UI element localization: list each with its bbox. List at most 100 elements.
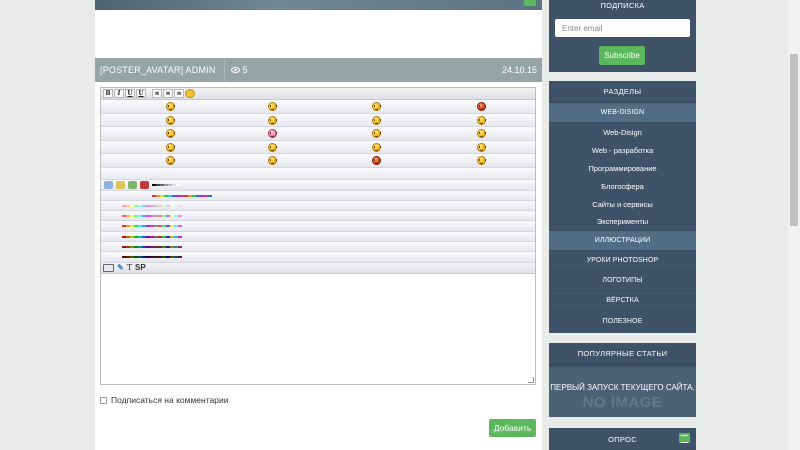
smiley-icon[interactable]	[477, 129, 486, 138]
align-center-button[interactable]: ≡	[163, 89, 173, 98]
color-palette-row	[101, 200, 535, 212]
smiley-icon[interactable]	[477, 115, 486, 125]
love-smiley-icon[interactable]	[268, 129, 277, 138]
subcategory-item[interactable]: Программирование	[549, 159, 696, 177]
main-content: [POSTER_AVATAR] ADMIN 5 24.10.15 B I U U…	[95, 0, 542, 450]
angry-smiley-icon[interactable]	[372, 156, 381, 165]
font-color-icon[interactable]	[140, 180, 149, 189]
color-palette[interactable]	[122, 204, 182, 207]
page-scrollbar[interactable]	[788, 0, 800, 450]
subscribe-checkbox[interactable]	[100, 396, 107, 404]
smiley-icon[interactable]	[477, 142, 486, 152]
smiley-toggle-icon[interactable]	[185, 89, 195, 98]
smiley-icon[interactable]	[166, 156, 175, 165]
post-author[interactable]: [POSTER_AVATAR] ADMIN	[95, 65, 216, 75]
resize-handle-icon[interactable]	[528, 377, 534, 383]
poll-list-icon[interactable]	[679, 433, 690, 443]
category-item[interactable]: ИЛЛЮСТРАЦИИ	[549, 231, 696, 251]
smiley-icon[interactable]	[268, 156, 277, 165]
color-palette-row	[101, 252, 535, 263]
color-palette[interactable]	[122, 256, 182, 259]
text-tool-button[interactable]: T	[127, 263, 132, 272]
image-icon[interactable]	[128, 180, 137, 189]
align-right-button[interactable]: ≡	[174, 89, 184, 98]
color-palette[interactable]	[122, 235, 182, 238]
poll-widget: ОПРОС	[549, 428, 696, 450]
smiley-icon[interactable]	[372, 142, 381, 152]
post-date: 24.10.15	[501, 65, 537, 75]
no-image-placeholder: NO IMAGE	[582, 394, 663, 411]
popular-articles-widget: ПОПУЛЯРНЫЕ СТАТЬИ ПЕРВЫЙ ЗАПУСК ТЕКУЩЕГО…	[549, 343, 696, 417]
subcategory-item[interactable]: Web-Disign	[549, 123, 696, 141]
color-palette[interactable]	[122, 225, 182, 228]
smiley-row	[101, 154, 535, 168]
category-item[interactable]: ВЁРСТКА	[549, 291, 696, 311]
views-count: 5	[242, 65, 248, 75]
subscribe-comments[interactable]: Подписаться на комментарии	[100, 395, 228, 405]
devil-smiley-icon[interactable]	[477, 102, 486, 111]
extra-toolbar: ✎ T SP	[101, 262, 535, 274]
comment-editor: B I U U ≡ ≡ ≡ ✎ T SP	[100, 87, 536, 385]
smiley-icon[interactable]	[166, 129, 175, 138]
smiley-icon[interactable]	[477, 156, 486, 165]
keyboard-icon[interactable]	[103, 263, 114, 272]
subscription-widget: ПОДПИСКА Enter email Subscribe	[549, 0, 696, 72]
subscribe-button[interactable]: Subscribe	[599, 46, 645, 65]
subcategory-item[interactable]: Блогосфера	[549, 177, 696, 195]
popular-article-card[interactable]: ПЕРВЫЙ ЗАПУСК ТЕКУЩЕГО САЙТА. NO IMAGE	[549, 367, 696, 417]
categories-widget: РАЗДЕЛЫ WEB-DISIGN Web-Disign Web - разр…	[549, 81, 696, 333]
comment-textarea[interactable]	[101, 275, 535, 384]
smiley-icon[interactable]	[268, 102, 277, 111]
underline-button[interactable]: U	[125, 89, 135, 98]
strike-button[interactable]: U	[136, 89, 146, 98]
post-image-banner	[95, 0, 542, 10]
spoiler-button[interactable]: SP	[135, 263, 146, 272]
post-meta-bar: [POSTER_AVATAR] ADMIN 5 24.10.15	[95, 58, 542, 82]
subscribe-label: Подписаться на комментарии	[111, 395, 229, 405]
banner-action-icon[interactable]	[524, 0, 536, 6]
color-palette[interactable]	[122, 215, 182, 218]
widget-title: ПОДПИСКА	[600, 0, 645, 10]
color-palette-row	[101, 241, 535, 253]
eye-icon	[230, 67, 240, 73]
add-comment-button[interactable]: Добавить	[489, 419, 536, 437]
smiley-icon[interactable]	[372, 129, 381, 138]
color-palette[interactable]	[122, 245, 182, 248]
bold-button[interactable]: B	[103, 89, 113, 98]
smiley-panel	[101, 100, 535, 168]
smiley-icon[interactable]	[166, 115, 175, 125]
smiley-icon[interactable]	[268, 115, 277, 125]
smiley-icon[interactable]	[268, 142, 277, 152]
widget-title: РАЗДЕЛЫ	[549, 81, 696, 103]
post-views: 5	[223, 58, 248, 82]
subcategory-item[interactable]: Сайты и сервисы	[549, 195, 696, 213]
email-field[interactable]: Enter email	[555, 19, 690, 37]
color-palette[interactable]	[152, 183, 180, 186]
scrollbar-thumb[interactable]	[790, 54, 798, 226]
category-web-disign[interactable]: WEB-DISIGN	[549, 103, 696, 123]
smiley-icon[interactable]	[372, 115, 381, 125]
category-item[interactable]: ЛОГОТИПЫ	[549, 271, 696, 291]
smiley-icon[interactable]	[166, 142, 175, 152]
smiley-icon[interactable]	[372, 102, 381, 111]
popular-article-title[interactable]: ПЕРВЫЙ ЗАПУСК ТЕКУЩЕГО САЙТА.	[550, 383, 694, 392]
quote-icon[interactable]	[116, 180, 125, 189]
align-left-button[interactable]: ≡	[152, 89, 162, 98]
color-palette-row	[101, 221, 535, 232]
category-item[interactable]: УРОКИ PHOTOSHOP	[549, 251, 696, 271]
category-item[interactable]: ПОЛЕЗНОЕ	[549, 311, 696, 331]
editor-spacer-row	[101, 167, 535, 180]
insert-toolbar	[101, 179, 535, 191]
smiley-icon[interactable]	[166, 102, 175, 111]
subcategory-item[interactable]: Web - разработка	[549, 141, 696, 159]
smiley-row	[101, 113, 535, 127]
subcategory-item[interactable]: Эксперименты	[549, 213, 696, 231]
link-icon[interactable]	[104, 180, 113, 189]
color-palette-row	[101, 231, 535, 242]
color-palette-row	[101, 211, 535, 222]
italic-button[interactable]: I	[114, 89, 124, 98]
widget-title: ПОПУЛЯРНЫЕ СТАТЬИ	[549, 343, 696, 365]
color-palette[interactable]	[152, 194, 212, 197]
brush-icon[interactable]: ✎	[117, 263, 124, 272]
smiley-row	[101, 100, 535, 114]
